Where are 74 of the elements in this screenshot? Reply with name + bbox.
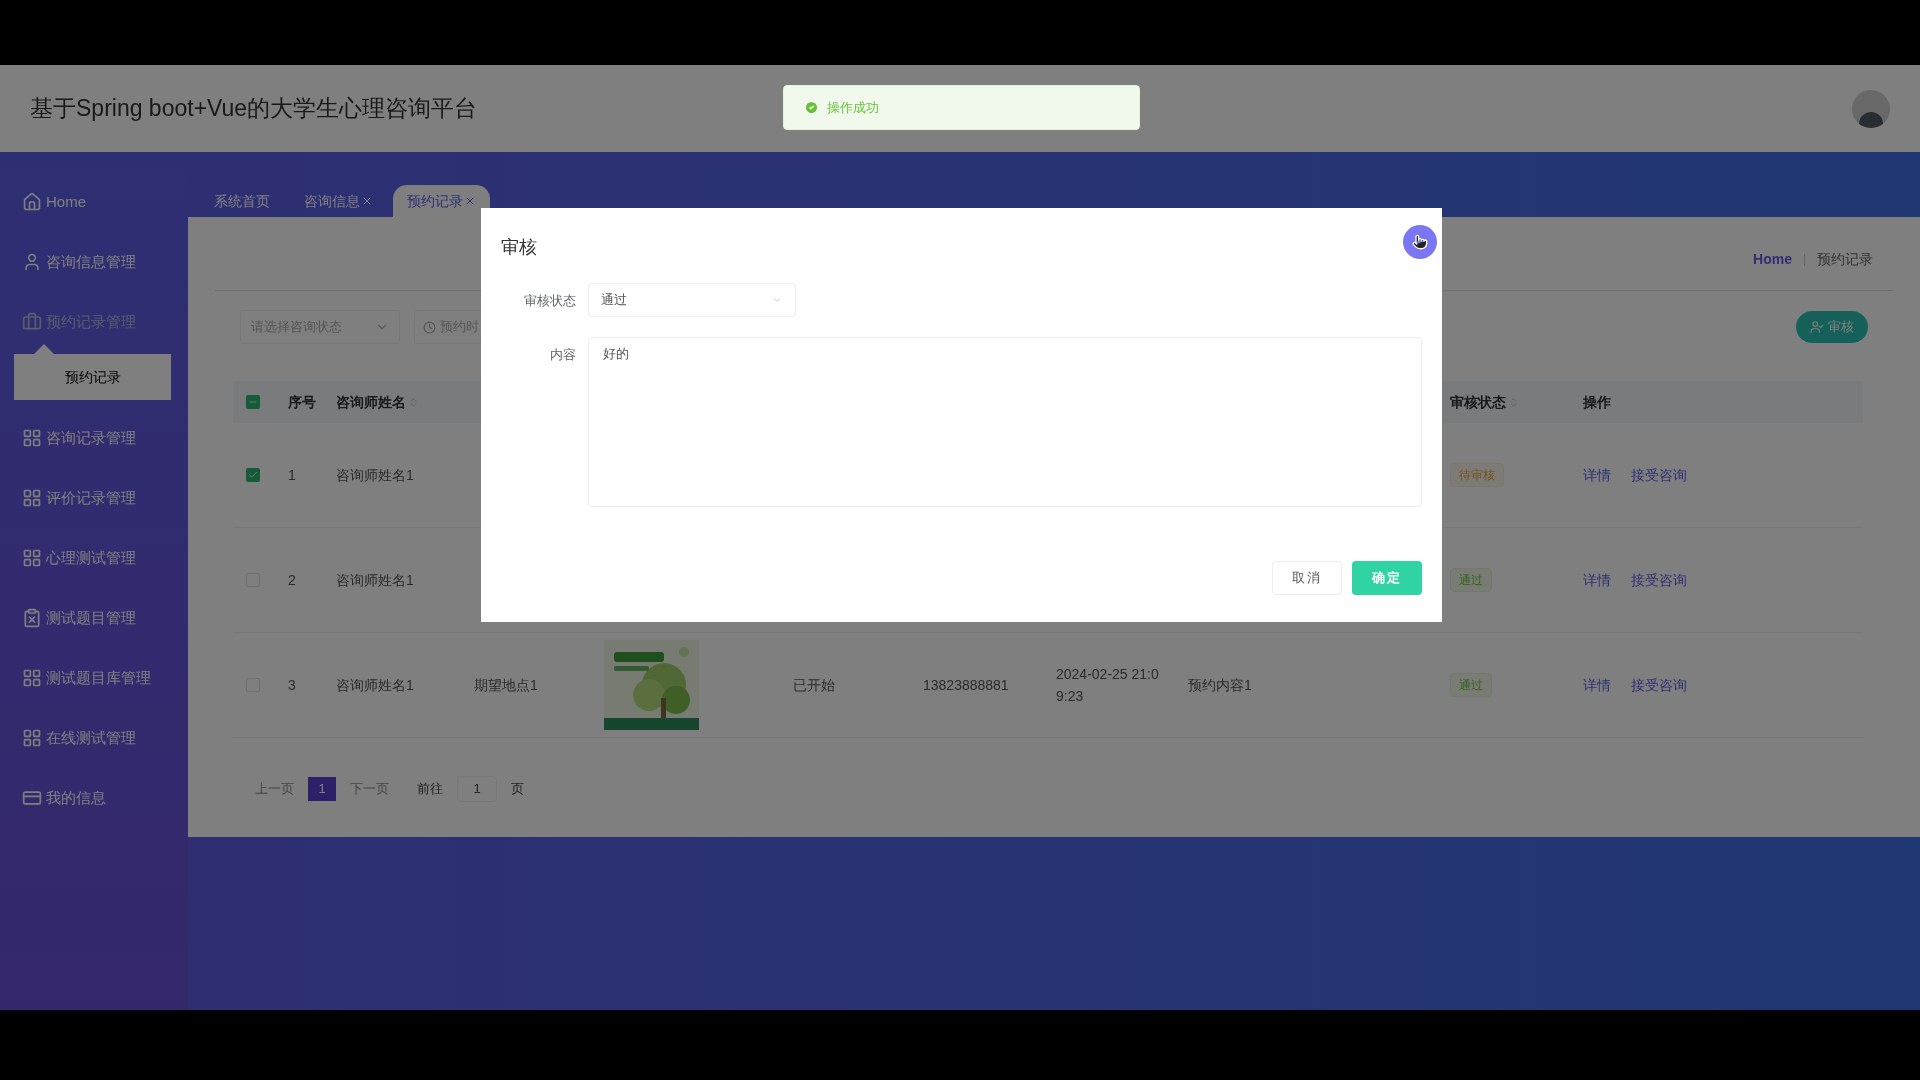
column-header[interactable]: 审核状态 bbox=[1450, 391, 1506, 413]
clipboard-icon bbox=[22, 608, 42, 628]
home-icon bbox=[22, 192, 42, 212]
tab[interactable]: 咨询信息 bbox=[290, 185, 387, 217]
table-cell-text: 2 bbox=[287, 570, 297, 590]
confirm-button[interactable]: 确定 bbox=[1352, 561, 1422, 595]
sidebar-item[interactable]: 测试题目库管理 bbox=[22, 648, 188, 708]
sidebar-item[interactable]: 咨询信息管理 bbox=[22, 232, 188, 292]
table-cell-text: 2024-02-25 21:09:23 bbox=[1056, 665, 1160, 706]
avatar[interactable] bbox=[1852, 89, 1890, 128]
app-title: 基于Spring boot+Vue的大学生心理咨询平台 bbox=[30, 94, 478, 124]
close-icon[interactable] bbox=[361, 195, 373, 207]
goto-label: 前往 bbox=[417, 780, 443, 799]
grid-icon bbox=[22, 428, 42, 448]
status-tag: 通过 bbox=[1450, 673, 1492, 697]
sidebar-item[interactable]: 在线测试管理 bbox=[22, 708, 188, 768]
toast-message: 操作成功 bbox=[827, 98, 879, 117]
sidebar-item[interactable]: 心理测试管理 bbox=[22, 528, 188, 588]
action-link[interactable]: 详情 bbox=[1583, 674, 1611, 696]
submenu-item[interactable]: 预约记录 bbox=[14, 354, 171, 400]
status-tag: 通过 bbox=[1450, 568, 1492, 592]
table-cell-text: 1 bbox=[287, 465, 297, 485]
card-icon bbox=[22, 788, 42, 808]
tab[interactable]: 系统首页 bbox=[200, 185, 284, 217]
action-link[interactable]: 接受咨询 bbox=[1631, 464, 1687, 486]
sidebar-item[interactable]: 评价记录管理 bbox=[22, 468, 188, 528]
field-label: 审核状态 bbox=[523, 292, 576, 310]
user-icon bbox=[1810, 320, 1824, 334]
column-header[interactable]: 咨询师姓名 bbox=[336, 391, 406, 413]
row-checkbox[interactable] bbox=[246, 468, 260, 482]
grid-icon bbox=[22, 488, 42, 508]
sidebar-item[interactable]: 咨询记录管理 bbox=[22, 408, 188, 468]
action-link[interactable]: 接受咨询 bbox=[1631, 674, 1687, 696]
grid-icon bbox=[22, 728, 42, 748]
table-cell-text: 咨询师姓名1 bbox=[335, 570, 415, 590]
field-label: 内容 bbox=[549, 346, 576, 364]
action-link[interactable]: 接受咨询 bbox=[1631, 569, 1687, 591]
column-header: 操作 bbox=[1582, 392, 1612, 412]
goto-field[interactable]: 1 bbox=[457, 776, 497, 802]
select-all-checkbox[interactable] bbox=[246, 395, 260, 409]
cancel-button[interactable]: 取消 bbox=[1272, 561, 1342, 595]
table-cell: 已开始 bbox=[793, 676, 835, 693]
table-cell-text: 咨询师姓名1 bbox=[335, 675, 415, 695]
column-header: 序号 bbox=[287, 392, 317, 412]
action-link[interactable]: 详情 bbox=[1583, 569, 1611, 591]
close-icon[interactable] bbox=[464, 195, 476, 207]
grid-icon bbox=[22, 548, 42, 568]
status-select[interactable]: 通过 bbox=[588, 283, 796, 317]
content-textarea[interactable]: 好的 bbox=[588, 337, 1422, 507]
briefcase-icon bbox=[22, 312, 42, 332]
table-cell-text: 咨询师姓名1 bbox=[335, 465, 415, 485]
table-cell: 13823888881 bbox=[923, 676, 1009, 693]
status-tag: 待审核 bbox=[1450, 463, 1504, 487]
success-icon bbox=[804, 100, 819, 115]
goto-suffix: 页 bbox=[511, 780, 524, 799]
tab[interactable]: 预约记录 bbox=[393, 185, 490, 217]
sidebar-item[interactable]: Home bbox=[22, 172, 188, 232]
clock-icon bbox=[423, 320, 436, 334]
sidebar-item[interactable]: 测试题目管理 bbox=[22, 588, 188, 648]
user-icon bbox=[22, 252, 42, 272]
dialog-title: 审核 bbox=[501, 236, 537, 259]
check-icon bbox=[248, 470, 258, 480]
pointer-icon bbox=[1412, 234, 1428, 250]
action-link[interactable]: 详情 bbox=[1583, 464, 1611, 486]
table-cell: 预约内容1 bbox=[1188, 676, 1252, 693]
table-cell: 期望地点1 bbox=[474, 676, 538, 693]
breadcrumb-link[interactable]: Home bbox=[1753, 249, 1792, 270]
table-cell-text: 3 bbox=[287, 675, 297, 695]
page-button[interactable]: 1 bbox=[308, 777, 336, 801]
grid-icon bbox=[22, 668, 42, 688]
sidebar-item[interactable]: 我的信息 bbox=[22, 768, 188, 828]
review-button[interactable]: 审核 bbox=[1796, 311, 1868, 343]
breadcrumb-current: 预约记录 bbox=[1817, 250, 1873, 269]
close-button[interactable] bbox=[1403, 225, 1437, 259]
